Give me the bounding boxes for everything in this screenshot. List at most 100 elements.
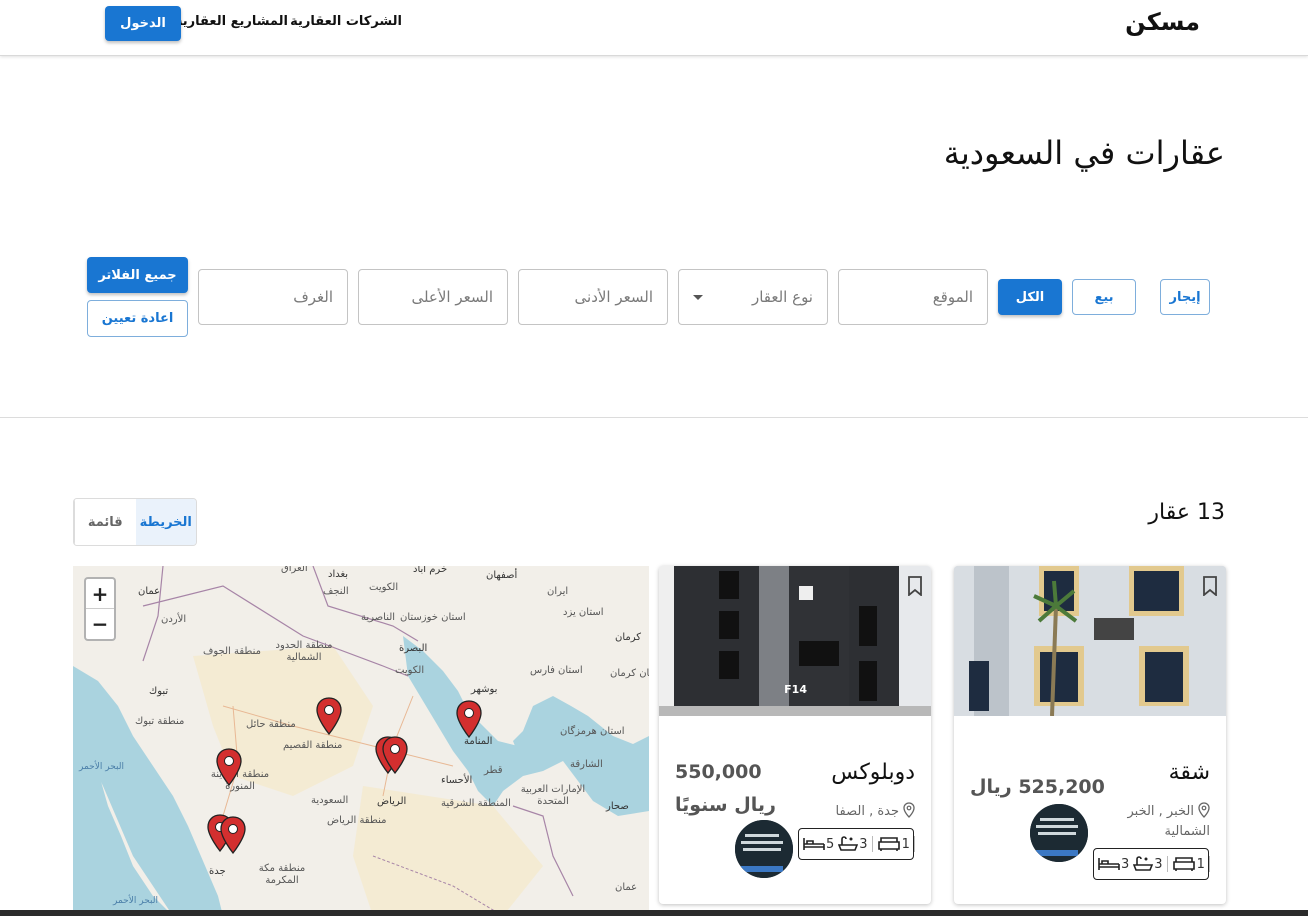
bottom-bar <box>0 910 1308 916</box>
listing-photo: F14 <box>659 566 931 716</box>
listing-price: 550,000 <box>675 761 762 783</box>
results-count: 13 عقار <box>1148 500 1225 525</box>
living-count: 1 <box>901 836 910 852</box>
map-label: استان هرمزگان <box>560 726 625 737</box>
baths-count: 3 <box>1154 856 1163 872</box>
map-label: استان کرمان <box>610 668 649 679</box>
location-pin-icon <box>1198 802 1210 818</box>
map-label: جدة <box>209 866 226 877</box>
baths-feature: 3 <box>838 836 873 852</box>
beds-count: 3 <box>1121 856 1130 872</box>
map-label: النجف <box>323 586 349 597</box>
map-label: الأردن <box>161 614 187 625</box>
map-label: منطقة الرياض <box>327 815 387 826</box>
map-pin-icon[interactable] <box>456 700 482 738</box>
bookmark-icon[interactable] <box>1202 576 1218 596</box>
map-label: الكويت <box>369 582 399 593</box>
map-label: العراق <box>281 566 308 574</box>
agency-avatar[interactable] <box>1028 802 1090 864</box>
property-type-label: نوع العقار <box>751 288 813 306</box>
map-label: المنطقة الشرقية <box>441 798 511 809</box>
listing-location-text: جدة , الصفا <box>835 804 899 819</box>
nav-real-estate-projects[interactable]: المشاريع العقارية <box>175 14 288 29</box>
map-label: منطقة تبوك <box>135 716 185 727</box>
map-label: استان فارس <box>530 665 583 676</box>
caret-down-icon <box>693 295 703 300</box>
living-feature: 1 <box>877 836 915 852</box>
map-label: الناصرية <box>361 612 396 623</box>
listing-title: دوبلوكس <box>831 760 915 785</box>
map-label: البصرة <box>399 643 428 654</box>
living-count: 1 <box>1196 856 1205 872</box>
living-feature: 1 <box>1172 856 1210 872</box>
map-label: منطقة القصيم <box>283 740 343 751</box>
all-filters-button[interactable]: جميع الفلاتر <box>87 257 188 293</box>
sale-filter-button[interactable]: بيع <box>1072 279 1136 315</box>
map-label: قطر <box>484 765 503 776</box>
map-label: الإمارات العربية المتحدة <box>520 784 586 807</box>
nav-real-estate-companies[interactable]: الشركات العقارية <box>290 14 402 29</box>
map-label: ایران <box>547 586 569 597</box>
bookmark-icon[interactable] <box>907 576 923 596</box>
map-label: منطقة حائل <box>246 719 296 730</box>
map-label: البحر الأحمر <box>113 896 158 906</box>
rent-filter-button[interactable]: إيجار <box>1160 279 1210 315</box>
map-label: السعودية <box>311 795 349 806</box>
listing-title: شقة <box>1168 760 1210 785</box>
view-toggle: قائمة الخريطة <box>73 498 197 546</box>
all-filter-button[interactable]: الكل <box>998 279 1062 315</box>
map-pin-icon[interactable] <box>382 736 408 774</box>
map-label: عمان <box>138 586 161 597</box>
listing-photo <box>954 566 1226 716</box>
map-label: منطقة الحدود الشمالية <box>275 640 333 663</box>
map-view-tab[interactable]: الخريطة <box>135 499 196 545</box>
zoom-out-button[interactable]: − <box>86 609 114 639</box>
listing-card[interactable]: شقة الخبر , الخبر الشمالية 525,200 ريال … <box>954 566 1226 904</box>
logo[interactable]: مسكن <box>1125 8 1200 36</box>
listing-price: 525,200 ريال <box>970 776 1105 798</box>
map-label: بغداد <box>328 569 349 580</box>
sofa-icon <box>1172 857 1195 871</box>
property-type-select[interactable]: نوع العقار <box>678 269 828 325</box>
map-label: الشارقة <box>570 759 603 770</box>
map-pin-icon[interactable] <box>220 816 246 854</box>
max-price-input[interactable] <box>358 269 508 325</box>
map-pin-icon[interactable] <box>316 697 342 735</box>
location-input[interactable] <box>838 269 988 325</box>
list-view-tab[interactable]: قائمة <box>74 499 136 545</box>
sofa-icon <box>877 837 900 851</box>
listing-card[interactable]: F14 دوبلوكس جدة , الصفا 550,000 ريال سنو… <box>659 566 931 904</box>
map-pin-icon[interactable] <box>216 748 242 786</box>
map-label: خرم آباد <box>413 566 448 575</box>
page-title: عقارات في السعودية <box>943 134 1225 172</box>
map-label: الرياض <box>377 796 407 807</box>
listing-features: 5 3 1 <box>798 828 915 860</box>
bed-icon <box>1098 858 1120 870</box>
map-label: البحر الأحمر <box>79 762 124 772</box>
properties-map[interactable]: العراق بغداد خرم آباد أصفهان عمان الكويت… <box>73 566 649 916</box>
zoom-control: + − <box>84 577 116 641</box>
top-bar: مسكن الشركات العقارية المشاريع العقارية … <box>0 0 1308 56</box>
map-label: منطقة مكة المكرمة <box>258 863 306 886</box>
bed-icon <box>803 838 825 850</box>
map-label: أصفهان <box>486 570 518 581</box>
location-pin-icon <box>903 802 915 818</box>
map-label: الكويت <box>395 665 425 676</box>
listing-location: جدة , الصفا <box>836 802 915 822</box>
zoom-in-button[interactable]: + <box>86 579 114 609</box>
reset-button[interactable]: اعادة تعيين <box>87 300 188 337</box>
map-label: منطقة الجوف <box>203 646 261 657</box>
beds-feature: 3 <box>1098 857 1129 872</box>
login-button[interactable]: الدخول <box>105 6 181 41</box>
listing-features: 3 3 1 <box>1093 848 1210 880</box>
min-price-input[interactable] <box>518 269 668 325</box>
bath-icon <box>1133 856 1154 871</box>
listing-price-unit: ريال سنويًا <box>675 794 776 816</box>
map-label: الأحساء <box>441 775 473 786</box>
beds-count: 5 <box>826 836 835 852</box>
rooms-input[interactable] <box>198 269 348 325</box>
map-label: تبوك <box>149 686 169 697</box>
baths-count: 3 <box>859 836 868 852</box>
section-divider <box>0 417 1308 418</box>
agency-avatar[interactable] <box>733 818 795 880</box>
